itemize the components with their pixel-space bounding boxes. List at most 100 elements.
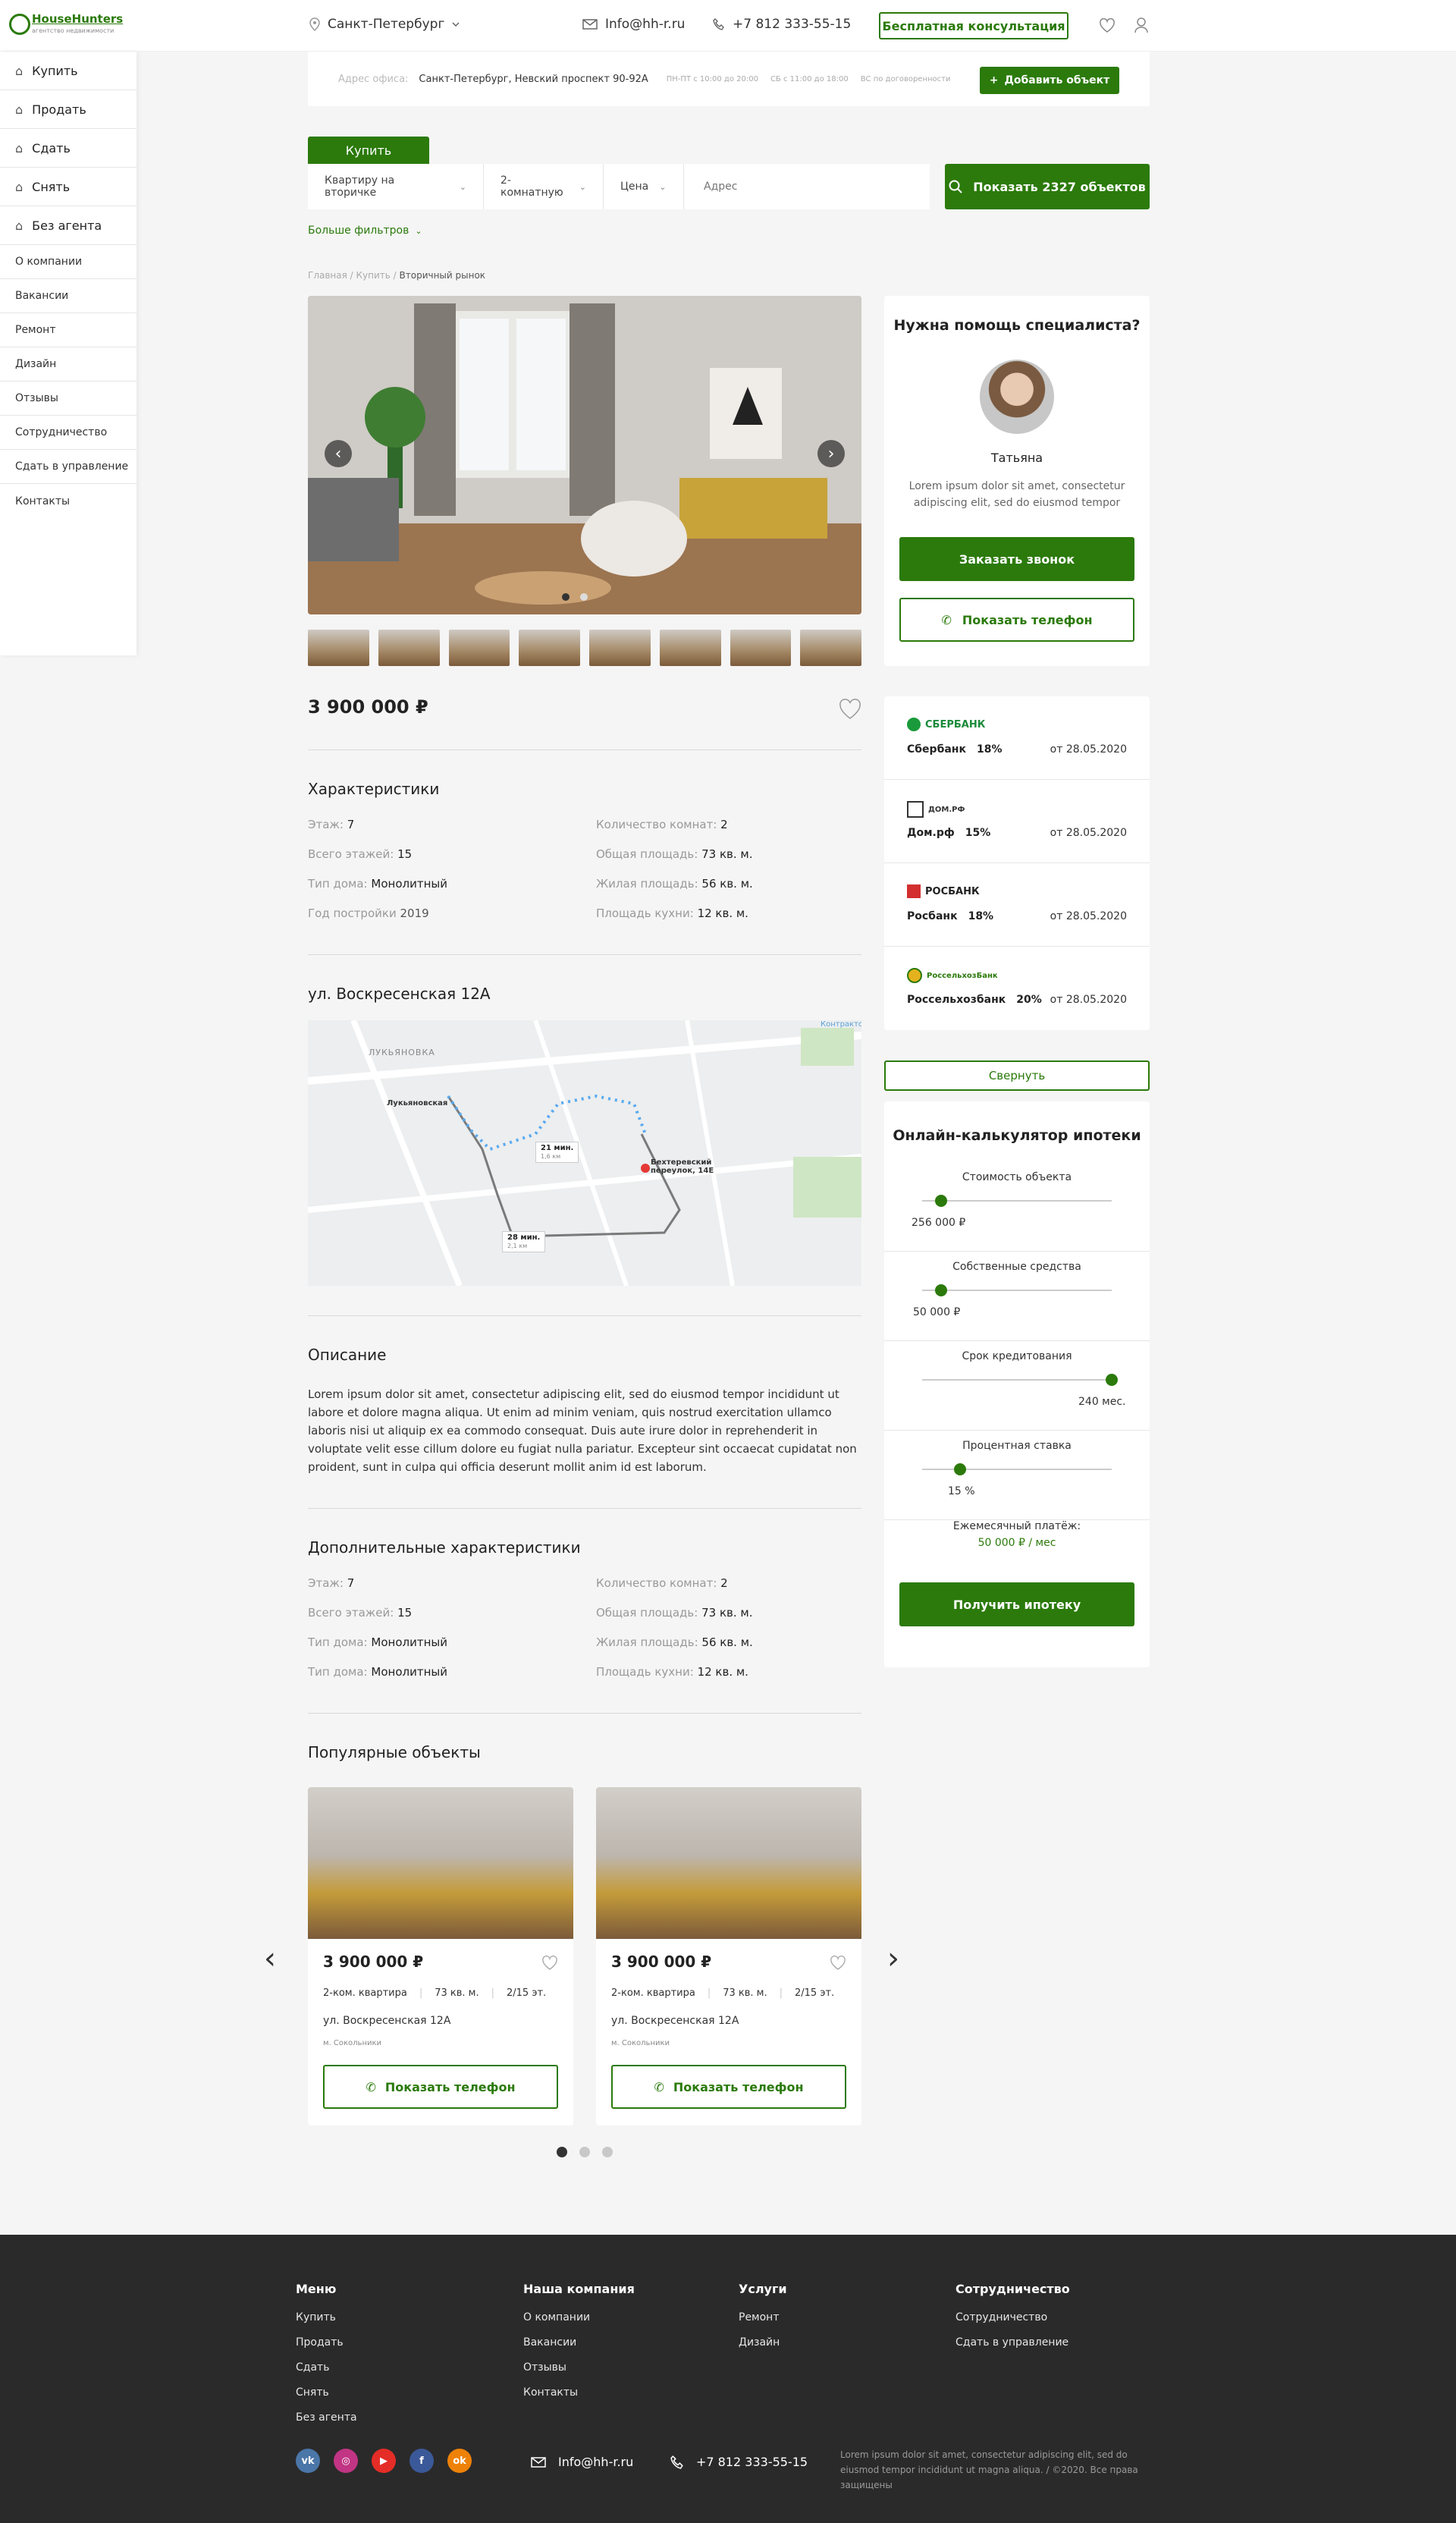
youtube-icon[interactable]: ▶	[372, 2449, 396, 2473]
footer-link-sell[interactable]: Продать	[296, 2336, 357, 2361]
location-map[interactable]: ЛУКЬЯНОВКА Контрактова Лукьяновская Бехт…	[308, 1020, 861, 1286]
slider-track[interactable]	[922, 1290, 1112, 1291]
get-mortgage-button[interactable]: Получить ипотеку	[899, 1582, 1134, 1626]
breadcrumb-home[interactable]: Главная	[308, 270, 347, 281]
characteristic-value: 12 кв. м.	[697, 906, 748, 920]
sidebar-item-repair[interactable]: Ремонт	[0, 313, 136, 347]
favorite-heart-icon[interactable]	[830, 1956, 846, 1971]
property-type-select[interactable]: Квартиру на вторичке ⌄	[308, 164, 484, 209]
footer-link-contacts[interactable]: Контакты	[523, 2386, 635, 2411]
characteristic-house-type: Тип дома: Монолитный	[308, 1635, 596, 1665]
property-cost-slider[interactable]: Стоимость объекта 256 000 ₽	[884, 1162, 1150, 1252]
bank-offer[interactable]: ДОМ.РФ Дом.рф 15% от 28.05.2020	[884, 780, 1150, 863]
sidebar-item-design[interactable]: Дизайн	[0, 347, 136, 382]
own-funds-slider[interactable]: Собственные средства 50 000 ₽	[884, 1252, 1150, 1341]
slider-handle[interactable]	[935, 1284, 947, 1296]
footer-link-reviews[interactable]: Отзывы	[523, 2361, 635, 2386]
gallery-thumbnail[interactable]	[519, 630, 580, 666]
header-email[interactable]: Info@hh-r.ru	[582, 17, 685, 32]
gallery-thumbnail[interactable]	[730, 630, 792, 666]
gallery-thumbnail[interactable]	[800, 630, 861, 666]
gallery-thumbnail[interactable]	[448, 630, 510, 666]
gallery-thumbnail[interactable]	[589, 630, 651, 666]
gallery-next-button[interactable]: ›	[817, 440, 845, 467]
footer-link-cooperation[interactable]: Сотрудничество	[956, 2311, 1070, 2336]
gallery-thumbnail[interactable]	[378, 630, 440, 666]
gallery-dot[interactable]	[580, 593, 588, 601]
show-phone-button[interactable]: ✆ Показать телефон	[899, 598, 1134, 642]
characteristic-total-area: Общая площадь: 73 кв. м.	[596, 847, 861, 877]
photo-gallery[interactable]: ‹ ›	[308, 296, 861, 614]
vk-icon[interactable]: vk	[296, 2449, 320, 2473]
show-phone-button[interactable]: ✆ Показать телефон	[323, 2065, 558, 2109]
tab-buy[interactable]: Купить	[308, 137, 429, 164]
pagination-dot[interactable]	[579, 2147, 590, 2157]
bank-offer[interactable]: СБЕРБАНК Сбербанк 18% от 28.05.2020	[884, 696, 1150, 780]
sidebar-item-cooperation[interactable]: Сотрудничество	[0, 416, 136, 450]
sidebar-item-vacancies[interactable]: Вакансии	[0, 279, 136, 313]
favorites-heart-icon[interactable]	[1099, 18, 1116, 33]
favorite-heart-icon[interactable]	[839, 698, 861, 721]
bank-offer[interactable]: РоссельхозБанк Россельхозбанк 20% от 28.0…	[884, 947, 1150, 1030]
slider-track[interactable]	[922, 1469, 1112, 1470]
property-card[interactable]: 3 900 000 ₽ 2-ком. квартира | 73 кв. м. | 2/…	[596, 1787, 861, 2126]
route-time: 21 мин.	[541, 1144, 574, 1152]
sidebar-item-sell[interactable]: ⌂ Продать	[0, 90, 136, 129]
bank-offer[interactable]: РОСБАНК Росбанк 18% от 28.05.2020	[884, 863, 1150, 947]
footer-email[interactable]: Info@hh-r.ru	[531, 2455, 633, 2469]
footer-link-vacancies[interactable]: Вакансии	[523, 2336, 635, 2361]
favorite-heart-icon[interactable]	[541, 1956, 558, 1971]
footer-link-about[interactable]: О компании	[523, 2311, 635, 2336]
popular-prev-button[interactable]: ‹	[264, 1943, 276, 1974]
footer-phone[interactable]: +7 812 333-55-15	[670, 2455, 808, 2469]
price-select[interactable]: Цена ⌄	[604, 164, 684, 209]
sidebar-item-rent-out[interactable]: ⌂ Сдать	[0, 129, 136, 168]
rooms-select[interactable]: 2-комнатную ⌄	[484, 164, 604, 209]
gallery-thumbnail[interactable]	[659, 630, 721, 666]
footer-link-no-agent[interactable]: Без агента	[296, 2411, 357, 2437]
sidebar-item-contacts[interactable]: Контакты	[0, 484, 136, 518]
property-card[interactable]: 3 900 000 ₽ 2-ком. квартира | 73 кв. м. | 2/…	[308, 1787, 573, 2126]
sidebar-item-rent[interactable]: ⌂ Снять	[0, 168, 136, 206]
breadcrumb-buy[interactable]: Купить	[356, 270, 391, 281]
slider-handle[interactable]	[1106, 1374, 1118, 1386]
facebook-icon[interactable]: f	[410, 2449, 434, 2473]
add-object-button[interactable]: + Добавить объект	[980, 67, 1119, 94]
user-profile-icon[interactable]	[1134, 17, 1149, 33]
show-phone-button[interactable]: ✆ Показать телефон	[611, 2065, 846, 2109]
pagination-dot[interactable]	[557, 2147, 567, 2157]
slider-track[interactable]	[922, 1379, 1112, 1381]
show-objects-button[interactable]: Показать 2327 объектов	[945, 164, 1150, 209]
city-selector[interactable]: Санкт-Петербург	[309, 17, 460, 32]
odnoklassniki-icon[interactable]: ok	[447, 2449, 472, 2473]
footer-link-buy[interactable]: Купить	[296, 2311, 357, 2336]
request-call-button[interactable]: Заказать звонок	[899, 537, 1134, 581]
footer-link-rent-out[interactable]: Сдать	[296, 2361, 357, 2386]
interest-rate-slider[interactable]: Процентная ставка 15 %	[884, 1431, 1150, 1520]
slider-track[interactable]	[922, 1200, 1112, 1202]
slider-handle[interactable]	[935, 1195, 947, 1207]
gallery-dot[interactable]	[562, 593, 570, 601]
sidebar-item-management[interactable]: Сдать в управление	[0, 450, 136, 484]
address-input[interactable]	[684, 164, 930, 209]
loan-term-slider[interactable]: Срок кредитования 240 мес.	[884, 1341, 1150, 1431]
collapse-button[interactable]: Свернуть	[884, 1060, 1150, 1091]
gallery-thumbnail[interactable]	[308, 630, 369, 666]
free-consultation-button[interactable]: Бесплатная консультация	[879, 12, 1068, 39]
footer-link-repair[interactable]: Ремонт	[739, 2311, 787, 2336]
footer-link-design[interactable]: Дизайн	[739, 2336, 787, 2361]
instagram-icon[interactable]: ◎	[334, 2449, 358, 2473]
header-phone[interactable]: +7 812 333-55-15	[713, 17, 851, 32]
sidebar-item-reviews[interactable]: Отзывы	[0, 382, 136, 416]
gallery-prev-button[interactable]: ‹	[325, 440, 352, 467]
popular-next-button[interactable]: ›	[887, 1943, 899, 1974]
logo[interactable]: HouseHunters агентство недвижимости	[9, 11, 123, 41]
sidebar-item-no-agent[interactable]: ⌂ Без агента	[0, 206, 136, 245]
more-filters-link[interactable]: Больше фильтров ⌄	[308, 225, 422, 237]
sidebar-item-about[interactable]: О компании	[0, 245, 136, 279]
sidebar-item-buy[interactable]: ⌂ Купить	[0, 52, 136, 90]
slider-handle[interactable]	[954, 1463, 966, 1475]
footer-link-rent[interactable]: Снять	[296, 2386, 357, 2411]
pagination-dot[interactable]	[602, 2147, 613, 2157]
footer-link-management[interactable]: Сдать в управление	[956, 2336, 1070, 2361]
